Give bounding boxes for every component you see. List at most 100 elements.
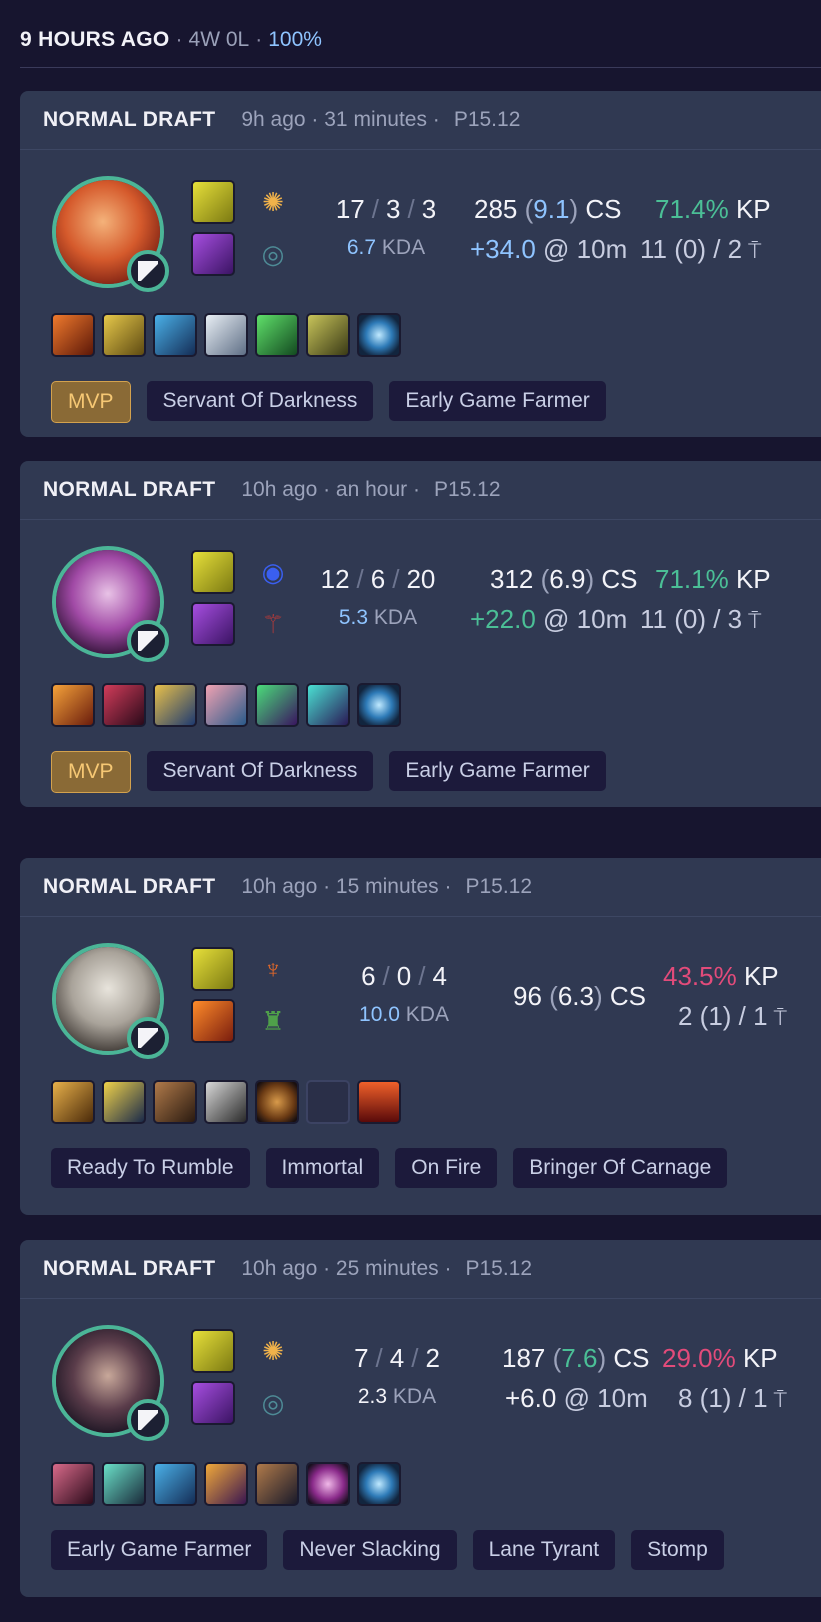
tag: Early Game Farmer [389,381,606,421]
match-card[interactable]: NORMAL DRAFT 10h ago · 25 minutes · P15.… [20,1240,821,1597]
ghost-spell-icon[interactable] [191,602,235,646]
ward-stats: 8 (1) / 1 ⍑ [678,1383,787,1413]
secondary-rune-icon[interactable]: ♜ [253,1001,293,1041]
kda-ratio: 10.0 KDA [359,1003,449,1026]
tag: Ready To Rumble [51,1148,250,1188]
gold-diff: +22.0 @ 10m [470,604,628,634]
summary-winrate: 100% [268,28,322,51]
trinket-slot[interactable] [357,1080,401,1124]
creep-score: 96 (6.3) CS [513,981,647,1011]
item-row [51,313,401,357]
ward-stats: 11 (0) / 2 ⍑ [640,234,762,264]
ward-stats: 2 (1) / 1 ⍑ [678,1001,787,1031]
item-slot[interactable] [51,683,95,727]
patch-version: P15.12 [433,478,501,501]
patch-version: P15.12 [453,108,521,131]
summary-record: 4W 0L [188,28,250,51]
match-card[interactable]: NORMAL DRAFT 9h ago · 31 minutes · P15.1… [20,91,821,437]
tag: Never Slacking [283,1530,457,1570]
match-header: NORMAL DRAFT 10h ago · 25 minutes · P15.… [20,1240,821,1299]
match-card[interactable]: NORMAL DRAFT 10h ago · an hour · P15.12 … [20,461,821,807]
tag: Bringer Of Carnage [513,1148,728,1188]
ward-icon: ⍑ [748,238,762,263]
tag-row: MVP Servant Of Darkness Early Game Farme… [51,751,606,793]
match-header: NORMAL DRAFT 10h ago · 15 minutes · P15.… [20,858,821,917]
kda-score: 6/0/4 [361,961,447,991]
divider [20,67,821,68]
tag: Lane Tyrant [472,1530,616,1570]
summary-bar: 9 HOURS AGO · 4W 0L · 100% [20,28,322,51]
item-slot[interactable] [204,1080,248,1124]
match-meta: 9h ago · 31 minutes · [241,108,440,131]
ghost-spell-icon[interactable] [191,232,235,276]
item-slot[interactable] [204,683,248,727]
item-slot[interactable] [204,313,248,357]
gold-diff: +6.0 @ 10m [505,1383,648,1413]
flash-spell-icon[interactable] [191,550,235,594]
item-slot[interactable] [102,1080,146,1124]
item-slot[interactable] [153,1080,197,1124]
item-slot[interactable] [51,1462,95,1506]
mvp-badge: MVP [51,751,131,793]
flash-spell-icon[interactable] [191,180,235,224]
trinket-slot[interactable] [357,313,401,357]
queue-type: NORMAL DRAFT [43,875,216,898]
match-header: NORMAL DRAFT 10h ago · an hour · P15.12 [20,461,821,520]
trinket-slot[interactable] [357,683,401,727]
creep-score: 285 (9.1) CS [474,194,622,224]
item-slot[interactable] [255,1462,299,1506]
item-slot[interactable] [306,683,350,727]
item-slot[interactable] [255,313,299,357]
trinket-slot[interactable] [357,1462,401,1506]
gold-diff: +34.0 @ 10m [470,234,628,264]
match-meta: 10h ago · 25 minutes · [241,1257,452,1280]
match-meta: 10h ago · an hour · [241,478,420,501]
item-slot[interactable] [153,683,197,727]
mid-lane-icon [127,250,169,292]
ignite-spell-icon[interactable] [191,999,235,1043]
item-slot[interactable] [306,313,350,357]
tag: Servant Of Darkness [146,751,374,791]
ward-icon: ⍑ [748,608,762,633]
mvp-badge: MVP [51,381,131,423]
patch-version: P15.12 [465,1257,533,1280]
kill-participation: 71.1% KP [655,564,771,594]
item-slot[interactable] [51,1080,95,1124]
match-card[interactable]: NORMAL DRAFT 10h ago · 15 minutes · P15.… [20,858,821,1215]
tag: Servant Of Darkness [146,381,374,421]
keystone-rune-icon[interactable]: ✺ [253,182,293,222]
item-slot[interactable] [102,313,146,357]
secondary-rune-icon[interactable]: ◎ [253,1383,293,1423]
tag-row: Ready To Rumble Immortal On Fire Bringer… [51,1148,728,1188]
keystone-rune-icon[interactable]: ✺ [253,1331,293,1371]
kill-participation: 43.5% KP [663,961,779,991]
ward-icon: ⍑ [773,1005,787,1030]
keystone-rune-icon[interactable]: ◉ [253,552,293,592]
flash-spell-icon[interactable] [191,947,235,991]
tag: Immortal [265,1148,380,1188]
ghost-spell-icon[interactable] [191,1381,235,1425]
ward-stats: 11 (0) / 3 ⍑ [640,604,762,634]
item-slot[interactable] [255,1080,299,1124]
item-slot[interactable] [102,1462,146,1506]
item-slot[interactable] [255,683,299,727]
item-slot[interactable] [306,1462,350,1506]
secondary-rune-icon[interactable]: ⚚ [253,604,293,644]
item-slot[interactable] [51,313,95,357]
item-slot[interactable] [204,1462,248,1506]
tag: Stomp [631,1530,724,1570]
item-slot[interactable] [153,1462,197,1506]
kda-ratio: 6.7 KDA [346,236,426,259]
item-slot[interactable] [102,683,146,727]
tag-row: MVP Servant Of Darkness Early Game Farme… [51,381,606,423]
ward-icon: ⍑ [773,1387,787,1412]
keystone-rune-icon[interactable]: ♆ [253,949,293,989]
flash-spell-icon[interactable] [191,1329,235,1373]
creep-score: 312 (6.9) CS [490,564,638,594]
empty-item-slot [306,1080,350,1124]
item-slot[interactable] [153,313,197,357]
item-row [51,1080,401,1124]
mid-lane-icon [127,1399,169,1441]
tag: On Fire [395,1148,498,1188]
secondary-rune-icon[interactable]: ◎ [253,234,293,274]
